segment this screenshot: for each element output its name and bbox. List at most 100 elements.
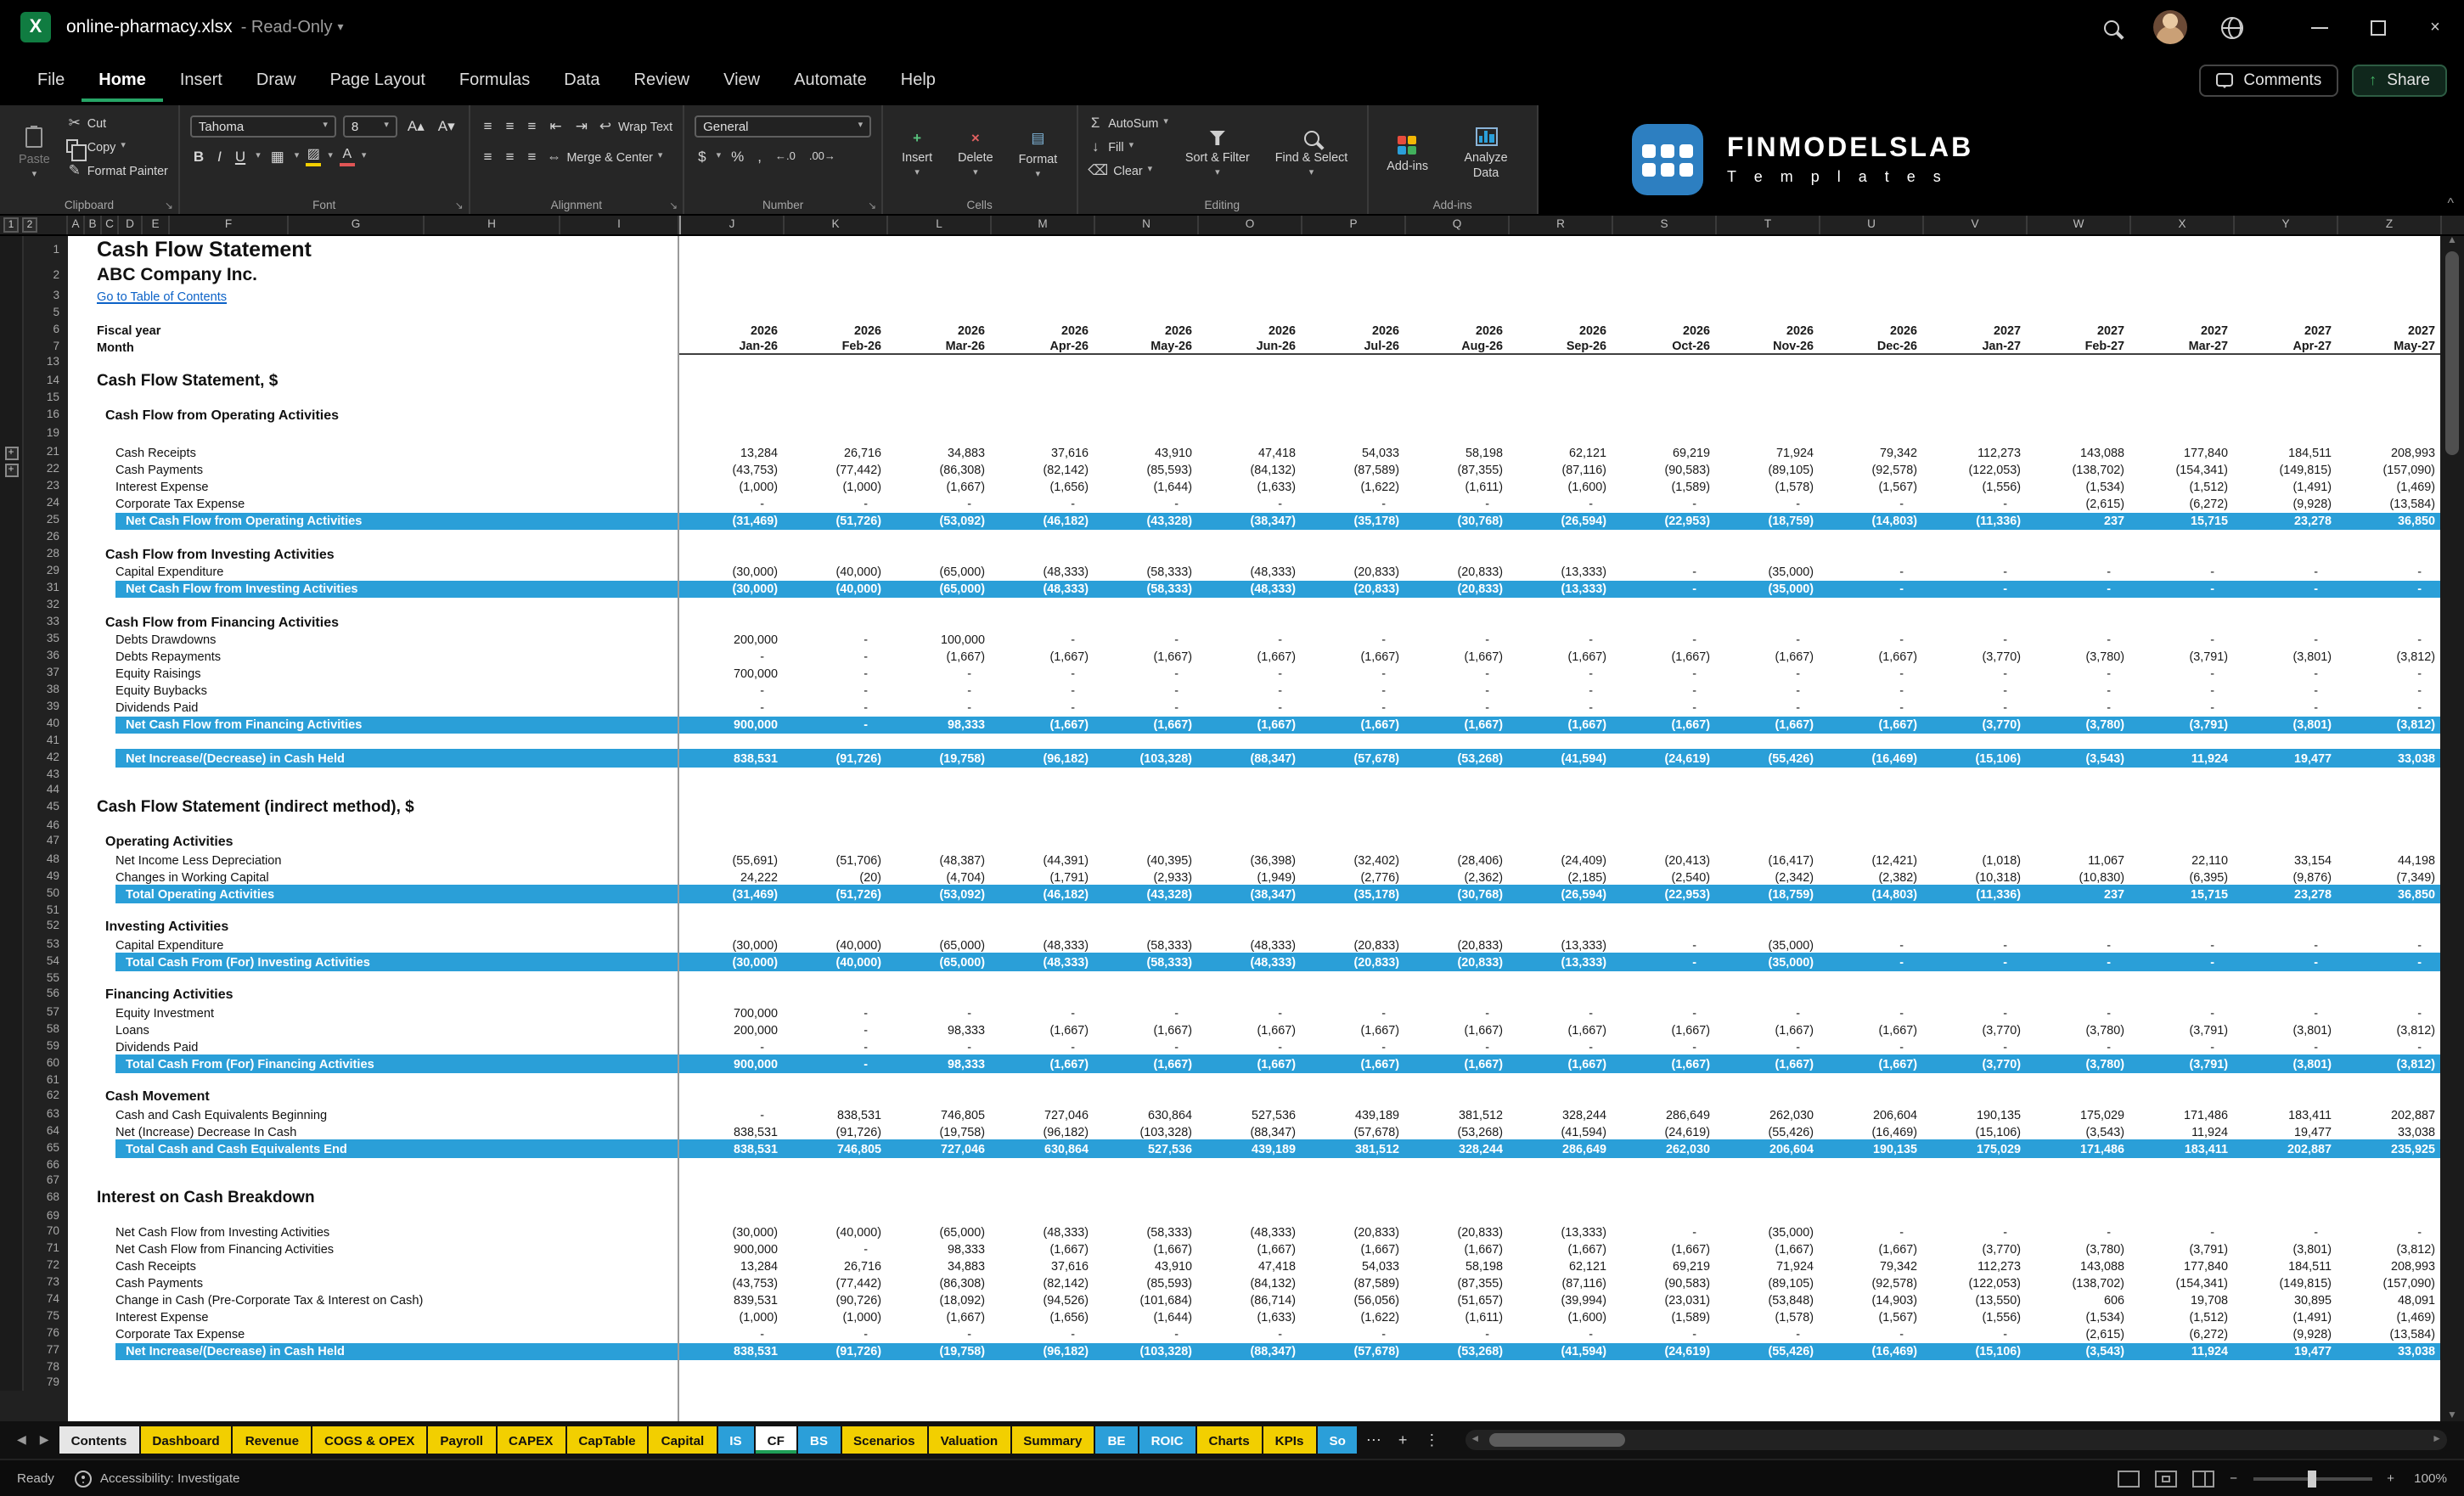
row-header-3[interactable]: 3 <box>24 287 68 306</box>
cell-value[interactable]: (55,426) <box>1715 749 1819 767</box>
merge-center-button[interactable]: ⇔Merge & Center▾ <box>546 146 662 166</box>
cell-value[interactable]: (53,848) <box>1715 1291 1819 1308</box>
cell-value[interactable]: Sep-26 <box>1508 338 1612 355</box>
cell-value[interactable]: 33,038 <box>2337 1122 2440 1139</box>
increase-indent-button[interactable]: ⇥ <box>572 116 591 135</box>
cell-value[interactable]: (1,667) <box>1508 1055 1612 1072</box>
cell-value[interactable]: - <box>1612 936 1715 953</box>
cell-value[interactable]: Apr-26 <box>990 338 1094 355</box>
cell-value[interactable]: (90,583) <box>1612 461 1715 478</box>
cell-label[interactable]: Dividends Paid <box>68 699 679 716</box>
row-header-45[interactable]: 45 <box>24 797 68 818</box>
cell-value[interactable]: (20,833) <box>1404 936 1508 953</box>
cell-value[interactable]: 2026 <box>1301 321 1404 338</box>
cell-value[interactable]: - <box>1094 1038 1197 1055</box>
cell-value[interactable]: (22,953) <box>1612 512 1715 530</box>
column-header-K[interactable]: K <box>785 216 888 234</box>
copy-button[interactable]: Copy▾ <box>67 136 168 156</box>
column-header-T[interactable]: T <box>1717 216 1820 234</box>
cell-value[interactable]: - <box>1404 1004 1508 1021</box>
cell-label[interactable] <box>68 1360 679 1375</box>
cell-value[interactable]: 48,091 <box>2337 1291 2440 1308</box>
cell-value[interactable]: (3,543) <box>2026 1342 2129 1360</box>
cell-value[interactable]: (3,770) <box>1922 1055 2026 1072</box>
column-header-D[interactable]: D <box>119 216 143 234</box>
cell-value[interactable]: (43,328) <box>1094 512 1197 530</box>
cell-value[interactable]: (1,622) <box>1301 478 1404 495</box>
cell-label[interactable]: Net Increase/(Decrease) in Cash Held <box>68 1342 679 1360</box>
cell-value[interactable]: - <box>1094 495 1197 512</box>
cell-value[interactable]: 112,273 <box>1922 1257 2026 1274</box>
cell-value[interactable]: (30,000) <box>679 953 783 970</box>
cell-value[interactable]: - <box>1819 936 1922 953</box>
row-header-37[interactable]: 37 <box>24 665 68 682</box>
cell-value[interactable]: (1,512) <box>2129 1308 2233 1325</box>
cell-value[interactable]: (3,801) <box>2233 1055 2337 1072</box>
cell-value[interactable]: - <box>1612 1038 1715 1055</box>
comments-button[interactable]: Comments <box>2199 64 2338 96</box>
cell-value[interactable]: - <box>2026 682 2129 699</box>
cell-value[interactable]: - <box>2337 699 2440 716</box>
row-header-31[interactable]: 31 <box>24 580 68 598</box>
cell-value[interactable]: 2027 <box>2026 321 2129 338</box>
cell-value[interactable]: (20,833) <box>1404 1223 1508 1240</box>
cell-value[interactable]: - <box>2233 682 2337 699</box>
cell-value[interactable]: (86,308) <box>886 1274 990 1291</box>
cell-value[interactable]: (86,308) <box>886 461 990 478</box>
row-header-16[interactable]: 16 <box>24 406 68 424</box>
cell-value[interactable]: - <box>1404 699 1508 716</box>
cell-value[interactable]: - <box>1922 1004 2026 1021</box>
cell-value[interactable]: Jan-27 <box>1922 338 2026 355</box>
cell-label[interactable]: Net Increase/(Decrease) in Cash Held <box>68 749 679 767</box>
cell-value[interactable]: 54,033 <box>1301 1257 1404 1274</box>
cell-value[interactable]: (1,656) <box>990 1308 1094 1325</box>
cell-value[interactable]: (122,053) <box>1922 461 2026 478</box>
cell-label[interactable]: Net Cash Flow from Operating Activities <box>68 512 679 530</box>
cell-value[interactable]: - <box>1508 1038 1612 1055</box>
cell-value[interactable]: Jun-26 <box>1197 338 1301 355</box>
row-header-71[interactable]: 71 <box>24 1240 68 1257</box>
cell-value[interactable]: (3,791) <box>2129 648 2233 665</box>
cell-label[interactable]: Cash Flow from Operating Activities <box>68 406 679 424</box>
cell-value[interactable]: (13,584) <box>2337 1325 2440 1342</box>
row-header-5[interactable]: 5 <box>24 306 68 321</box>
cell-value[interactable]: 36,850 <box>2337 885 2440 903</box>
cell-value[interactable]: (1,667) <box>1819 1240 1922 1257</box>
cell-value[interactable]: (1,667) <box>1301 1021 1404 1038</box>
find-select-button[interactable]: Find & Select▾ <box>1267 112 1357 195</box>
cell-value[interactable]: (103,328) <box>1094 749 1197 767</box>
cell-value[interactable]: - <box>783 1240 886 1257</box>
cell-value[interactable]: - <box>1819 1038 1922 1055</box>
cell-value[interactable]: - <box>2026 1004 2129 1021</box>
cell-value[interactable]: - <box>1197 699 1301 716</box>
cell-value[interactable]: (9,876) <box>2233 868 2337 885</box>
cell-value[interactable]: 54,033 <box>1301 444 1404 461</box>
sheet-tab-bs[interactable]: BS <box>798 1426 840 1454</box>
cell-value[interactable]: (94,526) <box>990 1291 1094 1308</box>
cell-value[interactable]: 19,477 <box>2233 749 2337 767</box>
cell-label[interactable]: Net Cash Flow from Investing Activities <box>68 580 679 598</box>
cell-value[interactable]: - <box>1612 682 1715 699</box>
cell-value[interactable]: (16,417) <box>1715 851 1819 868</box>
autosum-button[interactable]: ΣAutoSum▾ <box>1088 112 1168 132</box>
row-header-51[interactable]: 51 <box>24 903 68 918</box>
cell-value[interactable]: - <box>1404 1038 1508 1055</box>
cell-value[interactable]: - <box>1922 953 2026 970</box>
cell-value[interactable]: - <box>1508 699 1612 716</box>
cell-value[interactable]: (3,780) <box>2026 648 2129 665</box>
cell-value[interactable]: (3,812) <box>2337 648 2440 665</box>
row-header-15[interactable]: 15 <box>24 391 68 406</box>
column-header-G[interactable]: G <box>289 216 425 234</box>
cell-value[interactable]: (1,667) <box>1819 1055 1922 1072</box>
cell-value[interactable]: 2027 <box>2129 321 2233 338</box>
cell-value[interactable]: 13,284 <box>679 1257 783 1274</box>
menu-tab-file[interactable]: File <box>20 59 82 101</box>
row-header-77[interactable]: 77 <box>24 1342 68 1360</box>
cell-value[interactable]: 2026 <box>990 321 1094 338</box>
cell-value[interactable]: 34,883 <box>886 444 990 461</box>
cell-value[interactable]: (3,770) <box>1922 1021 2026 1038</box>
analyze-data-button[interactable]: Analyze Data <box>1445 112 1527 195</box>
outline-level-1-button[interactable]: 1 <box>3 217 19 233</box>
row-header-74[interactable]: 74 <box>24 1291 68 1308</box>
cell-value[interactable]: (1,667) <box>1715 1021 1819 1038</box>
